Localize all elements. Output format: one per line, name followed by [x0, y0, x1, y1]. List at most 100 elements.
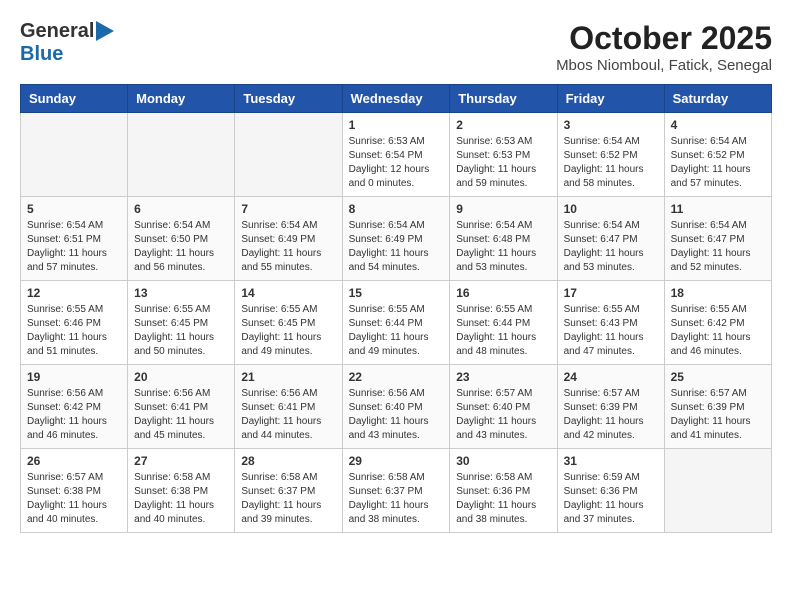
day-number: 5	[27, 202, 121, 216]
day-number: 27	[134, 454, 228, 468]
day-number: 20	[134, 370, 228, 384]
day-info: Sunrise: 6:56 AMSunset: 6:41 PMDaylight:…	[241, 387, 335, 443]
day-info: Sunrise: 6:54 AMSunset: 6:47 PMDaylight:…	[564, 219, 658, 275]
calendar-week-4: 19 Sunrise: 6:56 AMSunset: 6:42 PMDayligh…	[21, 365, 772, 449]
col-thursday: Thursday	[450, 85, 557, 113]
table-row: 3 Sunrise: 6:54 AMSunset: 6:52 PMDaylight…	[557, 113, 664, 197]
table-row: 6Sunrise: 6:54 AMSunset: 6:50 PMDaylight…	[128, 197, 235, 281]
calendar-week-5: 26 Sunrise: 6:57 AMSunset: 6:38 PMDayligh…	[21, 449, 772, 533]
calendar-week-3: 12 Sunrise: 6:55 AMSunset: 6:46 PMDayligh…	[21, 281, 772, 365]
day-info: Sunrise: 6:59 AMSunset: 6:36 PMDaylight:…	[564, 471, 658, 527]
day-number: 3	[564, 118, 658, 132]
col-tuesday: Tuesday	[235, 85, 342, 113]
day-info: Sunrise: 6:57 AMSunset: 6:39 PMDaylight:…	[671, 387, 765, 443]
day-number: 26	[27, 454, 121, 468]
day-number: 30	[456, 454, 550, 468]
page-header: General Blue October 2025 Mbos Niomboul,…	[20, 20, 772, 74]
day-number: 18	[671, 286, 765, 300]
day-number: 25	[671, 370, 765, 384]
calendar-title: October 2025	[556, 20, 772, 57]
table-row: 24 Sunrise: 6:57 AMSunset: 6:39 PMDayligh…	[557, 365, 664, 449]
table-row: 8Sunrise: 6:54 AMSunset: 6:49 PMDaylight…	[342, 197, 450, 281]
day-info: Sunrise: 6:55 AMSunset: 6:45 PMDaylight:…	[241, 303, 335, 359]
day-number: 9	[456, 202, 550, 216]
day-number: 19	[27, 370, 121, 384]
table-row: 2 Sunrise: 6:53 AMSunset: 6:53 PMDaylight…	[450, 113, 557, 197]
table-row	[664, 449, 771, 533]
day-number: 24	[564, 370, 658, 384]
title-section: October 2025 Mbos Niomboul, Fatick, Sene…	[556, 20, 772, 74]
table-row: 1 Sunrise: 6:53 AMSunset: 6:54 PMDaylight…	[342, 113, 450, 197]
day-info: Sunrise: 6:56 AMSunset: 6:42 PMDaylight:…	[27, 387, 121, 443]
calendar-week-1: 1 Sunrise: 6:53 AMSunset: 6:54 PMDaylight…	[21, 113, 772, 197]
day-number: 15	[349, 286, 444, 300]
table-row: 22 Sunrise: 6:56 AMSunset: 6:40 PMDayligh…	[342, 365, 450, 449]
day-number: 1	[349, 118, 444, 132]
day-info: Sunrise: 6:54 AMSunset: 6:51 PMDaylight:…	[27, 219, 121, 275]
table-row: 20 Sunrise: 6:56 AMSunset: 6:41 PMDayligh…	[128, 365, 235, 449]
logo: General Blue	[20, 20, 114, 66]
table-row: 27 Sunrise: 6:58 AMSunset: 6:38 PMDayligh…	[128, 449, 235, 533]
table-row: 19 Sunrise: 6:56 AMSunset: 6:42 PMDayligh…	[21, 365, 128, 449]
day-number: 21	[241, 370, 335, 384]
day-info: Sunrise: 6:56 AMSunset: 6:41 PMDaylight:…	[134, 387, 228, 443]
logo-blue-text: Blue	[20, 43, 114, 66]
day-info: Sunrise: 6:55 AMSunset: 6:43 PMDaylight:…	[564, 303, 658, 359]
day-number: 2	[456, 118, 550, 132]
table-row: 31 Sunrise: 6:59 AMSunset: 6:36 PMDayligh…	[557, 449, 664, 533]
table-row: 9 Sunrise: 6:54 AMSunset: 6:48 PMDaylight…	[450, 197, 557, 281]
day-number: 12	[27, 286, 121, 300]
table-row: 28 Sunrise: 6:58 AMSunset: 6:37 PMDayligh…	[235, 449, 342, 533]
day-number: 31	[564, 454, 658, 468]
table-row	[128, 113, 235, 197]
day-info: Sunrise: 6:55 AMSunset: 6:46 PMDaylight:…	[27, 303, 121, 359]
day-info: Sunrise: 6:57 AMSunset: 6:39 PMDaylight:…	[564, 387, 658, 443]
table-row: 16 Sunrise: 6:55 AMSunset: 6:44 PMDayligh…	[450, 281, 557, 365]
day-number: 28	[241, 454, 335, 468]
table-row: 30 Sunrise: 6:58 AMSunset: 6:36 PMDayligh…	[450, 449, 557, 533]
day-info: Sunrise: 6:53 AMSunset: 6:54 PMDaylight:…	[349, 135, 444, 191]
day-info: Sunrise: 6:56 AMSunset: 6:40 PMDaylight:…	[349, 387, 444, 443]
day-info: Sunrise: 6:57 AMSunset: 6:38 PMDaylight:…	[27, 471, 121, 527]
day-info: Sunrise: 6:55 AMSunset: 6:45 PMDaylight:…	[134, 303, 228, 359]
table-row: 14Sunrise: 6:55 AMSunset: 6:45 PMDayligh…	[235, 281, 342, 365]
calendar-week-2: 5 Sunrise: 6:54 AMSunset: 6:51 PMDaylight…	[21, 197, 772, 281]
day-number: 13	[134, 286, 228, 300]
day-info: Sunrise: 6:53 AMSunset: 6:53 PMDaylight:…	[456, 135, 550, 191]
table-row	[235, 113, 342, 197]
day-number: 29	[349, 454, 444, 468]
day-info: Sunrise: 6:54 AMSunset: 6:52 PMDaylight:…	[671, 135, 765, 191]
day-info: Sunrise: 6:58 AMSunset: 6:38 PMDaylight:…	[134, 471, 228, 527]
day-info: Sunrise: 6:54 AMSunset: 6:48 PMDaylight:…	[456, 219, 550, 275]
day-info: Sunrise: 6:58 AMSunset: 6:37 PMDaylight:…	[241, 471, 335, 527]
day-number: 8	[349, 202, 444, 216]
day-info: Sunrise: 6:54 AMSunset: 6:49 PMDaylight:…	[241, 219, 335, 275]
day-info: Sunrise: 6:55 AMSunset: 6:44 PMDaylight:…	[456, 303, 550, 359]
table-row: 4Sunrise: 6:54 AMSunset: 6:52 PMDaylight…	[664, 113, 771, 197]
table-row: 11 Sunrise: 6:54 AMSunset: 6:47 PMDayligh…	[664, 197, 771, 281]
table-row: 12 Sunrise: 6:55 AMSunset: 6:46 PMDayligh…	[21, 281, 128, 365]
col-sunday: Sunday	[21, 85, 128, 113]
day-info: Sunrise: 6:54 AMSunset: 6:52 PMDaylight:…	[564, 135, 658, 191]
day-number: 11	[671, 202, 765, 216]
table-row: 13 Sunrise: 6:55 AMSunset: 6:45 PMDayligh…	[128, 281, 235, 365]
table-row: 25 Sunrise: 6:57 AMSunset: 6:39 PMDayligh…	[664, 365, 771, 449]
day-number: 22	[349, 370, 444, 384]
calendar-header-row: Sunday Monday Tuesday Wednesday Thursday…	[21, 85, 772, 113]
calendar-subtitle: Mbos Niomboul, Fatick, Senegal	[556, 57, 772, 74]
day-number: 16	[456, 286, 550, 300]
day-info: Sunrise: 6:58 AMSunset: 6:36 PMDaylight:…	[456, 471, 550, 527]
col-wednesday: Wednesday	[342, 85, 450, 113]
day-number: 23	[456, 370, 550, 384]
day-info: Sunrise: 6:54 AMSunset: 6:47 PMDaylight:…	[671, 219, 765, 275]
table-row: 10 Sunrise: 6:54 AMSunset: 6:47 PMDayligh…	[557, 197, 664, 281]
table-row: 5 Sunrise: 6:54 AMSunset: 6:51 PMDaylight…	[21, 197, 128, 281]
table-row: 18 Sunrise: 6:55 AMSunset: 6:42 PMDayligh…	[664, 281, 771, 365]
table-row: 15Sunrise: 6:55 AMSunset: 6:44 PMDayligh…	[342, 281, 450, 365]
table-row: 23 Sunrise: 6:57 AMSunset: 6:40 PMDayligh…	[450, 365, 557, 449]
day-info: Sunrise: 6:57 AMSunset: 6:40 PMDaylight:…	[456, 387, 550, 443]
logo-triangle-icon	[96, 21, 114, 41]
day-info: Sunrise: 6:55 AMSunset: 6:42 PMDaylight:…	[671, 303, 765, 359]
day-number: 10	[564, 202, 658, 216]
day-number: 7	[241, 202, 335, 216]
